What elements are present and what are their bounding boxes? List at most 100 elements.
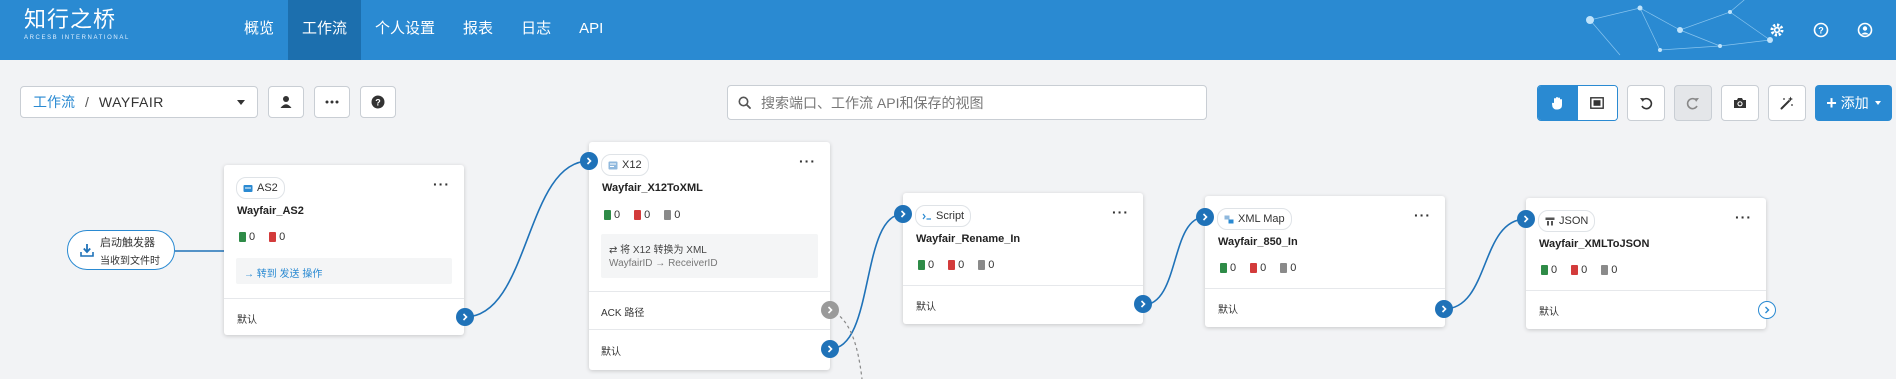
success-count[interactable]: 0 [1541,264,1557,276]
pending-count[interactable]: 0 [978,259,994,271]
output-label: 默认 [1539,307,1559,318]
file-pending-icon [978,260,986,270]
start-trigger[interactable]: 启动触发器 当收到文件时 [67,230,175,270]
chevron-right-icon [900,210,906,218]
chevron-right-icon [586,157,592,165]
file-counts: 0 0 0 [604,209,680,221]
success-count[interactable]: 0 [1220,262,1236,274]
connector-type-badge: JSON [1538,210,1596,232]
transform-description: ⇄ 将 X12 转换为 XML [609,245,707,256]
connector-xmlmap-json[interactable] [1443,218,1527,310]
file-error-icon [948,260,956,270]
pending-count[interactable]: 0 [1280,262,1296,274]
file-counts: 0 0 0 [1541,264,1617,276]
output-label: 默认 [237,315,257,326]
divider [1526,290,1766,291]
chevron-right-icon [827,306,833,314]
output-port[interactable] [456,308,474,326]
pending-count[interactable]: 0 [1601,264,1617,276]
card-menu-button[interactable]: ··· [1112,205,1129,219]
file-success-icon [1541,265,1548,275]
file-pending-icon [1601,265,1609,275]
pending-count[interactable]: 0 [664,209,680,221]
error-count[interactable]: 0 [1571,264,1587,276]
connector-card-as2[interactable]: AS2 ··· Wayfair_AS2 0 0 → 转到 发送 操作 默认 [224,165,474,335]
card-menu-button[interactable]: ··· [433,177,450,191]
file-counts: 0 0 [239,231,285,243]
output-label: 默认 [1218,305,1238,316]
output-port[interactable] [1134,295,1152,313]
ack-path-label: ACK 路径 [601,308,645,319]
success-count[interactable]: 0 [604,209,620,221]
file-counts: 0 0 0 [1220,262,1296,274]
divider [224,298,464,299]
connector-type-badge: AS2 [236,177,285,199]
connector-type-badge: Script [915,205,972,227]
card-menu-button[interactable]: ··· [1414,208,1431,222]
chevron-right-icon [1523,215,1529,223]
card-menu-button[interactable]: ··· [799,154,816,168]
input-port[interactable] [894,205,912,223]
connector-card-script[interactable]: Script ··· Wayfair_Rename_In 0 0 0 默认 [894,193,1152,324]
divider [589,329,830,330]
as2-icon [243,184,253,192]
identifier-mapping: WayfairID → ReceiverID [609,258,718,269]
input-port[interactable] [580,152,598,170]
error-count[interactable]: 0 [269,231,285,243]
connector-card-xmlmap[interactable]: XML Map ··· Wayfair_850_In 0 0 0 默认 [1196,196,1453,327]
connector-name[interactable]: Wayfair_Rename_In [916,233,1020,245]
connector-name[interactable]: Wayfair_AS2 [237,205,304,217]
connector-type-badge: X12 [601,154,649,176]
success-count[interactable]: 0 [239,231,255,243]
connector-as2-x12[interactable] [464,160,590,318]
card-menu-button[interactable]: ··· [1735,210,1752,224]
transform-info: ⇄ 将 X12 转换为 XML WayfairID → ReceiverID [601,234,818,278]
connector-name[interactable]: Wayfair_XMLToJSON [1539,238,1649,250]
connector-x12-script[interactable] [829,213,904,350]
chevron-right-icon [462,313,468,321]
output-port[interactable] [821,340,839,358]
chevron-right-icon [827,345,833,353]
file-success-icon [918,260,925,270]
divider [903,285,1143,286]
action-note: → 转到 发送 操作 [236,258,452,284]
file-error-icon [269,232,277,242]
file-success-icon [1220,263,1227,273]
file-success-icon [604,210,611,220]
output-label: 默认 [916,302,936,313]
input-port[interactable] [1196,208,1214,226]
divider [1205,288,1445,289]
connector-name[interactable]: Wayfair_X12ToXML [602,182,703,194]
chevron-right-icon [1441,305,1447,313]
connector-name[interactable]: Wayfair_850_In [1218,236,1298,248]
chevron-right-icon [1765,306,1770,314]
connector-script-xmlmap[interactable] [1142,216,1206,306]
file-error-icon [634,210,642,220]
download-icon [80,244,94,257]
error-count[interactable]: 0 [1250,262,1266,274]
ack-output-port[interactable] [821,301,839,319]
chevron-right-icon [1202,213,1208,221]
xml-map-icon [1224,215,1234,223]
output-label: 默认 [601,347,621,358]
x12-icon [608,161,618,169]
trigger-title: 启动触发器 [100,236,155,249]
output-port-unconnected[interactable] [1758,301,1776,319]
file-pending-icon [664,210,672,220]
input-port[interactable] [1517,210,1535,228]
file-error-icon [1250,263,1258,273]
file-error-icon [1571,265,1579,275]
success-count[interactable]: 0 [918,259,934,271]
goto-send-link[interactable]: → 转到 发送 操作 [244,265,322,280]
file-counts: 0 0 0 [918,259,994,271]
connector-card-json[interactable]: JSON ··· Wayfair_XMLToJSON 0 0 0 默认 [1517,198,1776,329]
connector-card-x12[interactable]: X12 ··· Wayfair_X12ToXML 0 0 0 ⇄ 将 X12 转… [580,142,839,370]
script-icon [922,213,931,220]
chevron-right-icon [1140,300,1146,308]
file-success-icon [239,232,246,242]
error-count[interactable]: 0 [634,209,650,221]
trigger-subtitle: 当收到文件时 [100,255,160,267]
connector-type-badge: XML Map [1217,208,1292,230]
output-port[interactable] [1435,300,1453,318]
error-count[interactable]: 0 [948,259,964,271]
